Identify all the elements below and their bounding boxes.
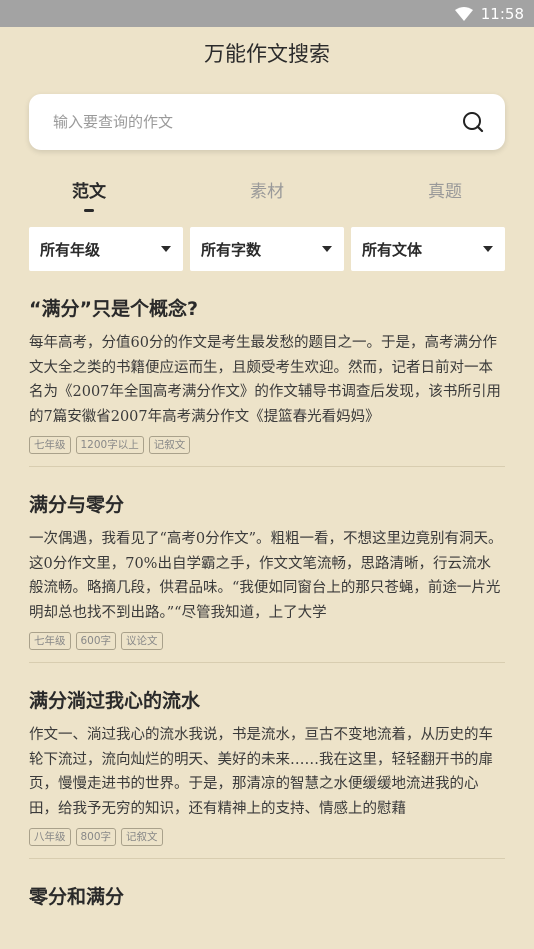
article-tags: 七年级 1200字以上 记叙文 xyxy=(29,436,505,454)
article-list: “满分”只是个概念? 每年高考，分值60分的作文是考生最发愁的题目之一。于是，高… xyxy=(29,295,505,923)
caret-down-icon xyxy=(161,246,171,252)
article-excerpt: 每年高考，分值60分的作文是考生最发愁的题目之一。于是，高考满分作文大全之类的书… xyxy=(29,335,501,425)
caret-down-icon xyxy=(483,246,493,252)
filter-bar: 所有年级 所有字数 所有文体 xyxy=(29,227,505,271)
wifi-icon xyxy=(454,6,473,21)
article-tags: 七年级 600字 议论文 xyxy=(29,632,505,650)
grade-tag: 八年级 xyxy=(29,828,71,846)
article-tags: 八年级 800字 记叙文 xyxy=(29,828,505,846)
genre-filter-label: 所有文体 xyxy=(362,240,423,259)
grade-tag: 七年级 xyxy=(29,436,71,454)
list-item[interactable]: 零分和满分 xyxy=(29,883,505,923)
genre-tag: 议论文 xyxy=(121,632,163,650)
wordcount-tag: 600字 xyxy=(75,632,117,650)
status-time: 11:58 xyxy=(480,4,524,23)
list-item[interactable]: “满分”只是个概念? 每年高考，分值60分的作文是考生最发愁的题目之一。于是，高… xyxy=(29,295,505,467)
grade-filter[interactable]: 所有年级 xyxy=(29,227,183,271)
genre-tag: 记叙文 xyxy=(121,828,163,846)
wordcount-tag: 800字 xyxy=(75,828,117,846)
search-bar[interactable] xyxy=(29,94,505,150)
wordcount-filter[interactable]: 所有字数 xyxy=(190,227,344,271)
article-excerpt: 一次偶遇，我看见了“高考0分作文”。粗粗一看，不想这里边竟别有洞天。这0分作文里… xyxy=(29,531,503,621)
tab-model-essays[interactable]: 范文 xyxy=(0,180,178,220)
genre-tag: 记叙文 xyxy=(148,436,191,454)
list-item[interactable]: 满分淌过我心的流水 作文一、淌过我心的流水我说，书是流水，亘古不变地流着，从历史… xyxy=(29,687,505,859)
article-title[interactable]: 零分和满分 xyxy=(29,883,505,911)
list-item[interactable]: 满分与零分 一次偶遇，我看见了“高考0分作文”。粗粗一看，不想这里边竟别有洞天。… xyxy=(29,491,505,663)
tab-real-questions[interactable]: 真题 xyxy=(356,180,534,220)
grade-tag: 七年级 xyxy=(29,632,71,650)
article-title[interactable]: 满分与零分 xyxy=(29,491,505,519)
tab-bar: 范文 素材 真题 xyxy=(0,180,534,220)
grade-filter-label: 所有年级 xyxy=(40,240,101,259)
caret-down-icon xyxy=(322,246,332,252)
page-title: 万能作文搜索 xyxy=(204,42,330,66)
tab-materials[interactable]: 素材 xyxy=(178,180,356,220)
article-title[interactable]: 满分淌过我心的流水 xyxy=(29,687,505,715)
wordcount-tag: 1200字以上 xyxy=(75,436,144,454)
article-title[interactable]: “满分”只是个概念? xyxy=(29,295,505,323)
status-bar: 11:58 xyxy=(0,0,534,27)
wordcount-filter-label: 所有字数 xyxy=(201,240,262,259)
search-icon[interactable] xyxy=(461,110,485,134)
article-excerpt: 作文一、淌过我心的流水我说，书是流水，亘古不变地流着，从历史的车轮下流过，流向灿… xyxy=(29,727,493,817)
genre-filter[interactable]: 所有文体 xyxy=(351,227,505,271)
search-input[interactable] xyxy=(51,112,461,132)
